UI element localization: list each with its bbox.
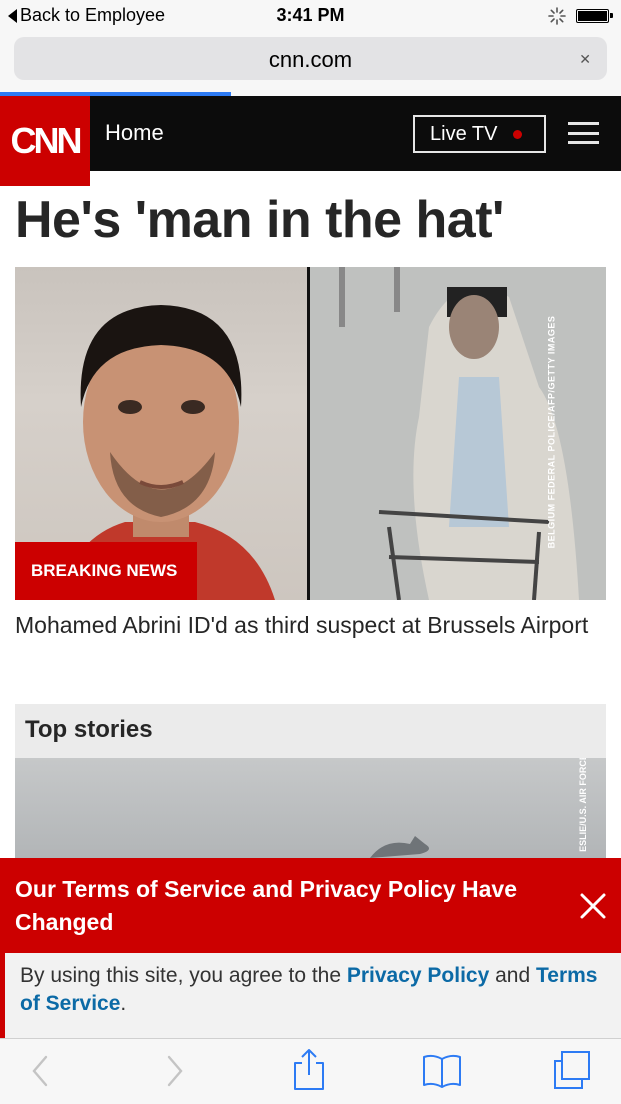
airport-cctv-photo: BELGIUM FEDERAL POLICE/AFP/GETTY IMAGES: [309, 267, 606, 600]
notice-suffix: .: [120, 992, 127, 1015]
cnn-logo[interactable]: CNN: [0, 96, 90, 186]
hero-image[interactable]: BELGIUM FEDERAL POLICE/AFP/GETTY IMAGES …: [15, 267, 606, 600]
photo-credit: BELGIUM FEDERAL POLICE/AFP/GETTY IMAGES: [546, 315, 557, 549]
terms-banner-title: Our Terms of Service and Privacy Policy …: [15, 876, 517, 935]
photo-divider: [307, 267, 309, 600]
site-header: CNN Home Live TV: [0, 96, 621, 186]
top-stories-header: Top stories: [15, 704, 606, 758]
address-bar[interactable]: cnn.com ✕: [14, 37, 607, 80]
article-caption[interactable]: Mohamed Abrini ID'd as third suspect at …: [15, 610, 606, 641]
top-stories-title: Top stories: [25, 716, 153, 743]
battery-icon: [576, 9, 613, 23]
live-dot-icon: [513, 129, 523, 139]
tabs-icon[interactable]: [552, 1049, 592, 1091]
bookmarks-icon[interactable]: [421, 1053, 463, 1089]
live-tv-label: Live TV: [430, 122, 498, 145]
top-story-photo-credit: ESLIE/U.S. AIR FORCE: [578, 758, 589, 852]
forward-chevron-icon[interactable]: [165, 1051, 187, 1091]
menu-icon[interactable]: [568, 122, 599, 144]
url-text: cnn.com: [268, 47, 353, 72]
stop-loading-icon[interactable]: ✕: [579, 51, 591, 68]
top-story-image[interactable]: ESLIE/U.S. AIR FORCE: [15, 758, 606, 858]
status-time: 3:41 PM: [276, 5, 345, 25]
notice-prefix: By using this site, you agree to the: [20, 964, 347, 987]
terms-notice: By using this site, you agree to the Pri…: [0, 953, 621, 1038]
live-tv-button[interactable]: Live TV: [413, 115, 546, 153]
article-headline[interactable]: He's 'man in the hat': [15, 190, 504, 250]
status-bar: Back to Employee 3:41 PM: [0, 0, 621, 32]
close-icon[interactable]: [579, 892, 607, 920]
nav-home-link[interactable]: Home: [105, 120, 164, 146]
terms-notice-text: By using this site, you agree to the Pri…: [20, 962, 610, 1018]
terms-banner: Our Terms of Service and Privacy Policy …: [0, 858, 621, 953]
notice-and: and: [489, 964, 537, 987]
browser-toolbar: [0, 1038, 621, 1104]
privacy-policy-link[interactable]: Privacy Policy: [347, 964, 489, 987]
share-icon[interactable]: [292, 1047, 326, 1091]
activity-spinner-icon: [548, 7, 566, 25]
address-bar-area: cnn.com ✕: [0, 32, 621, 96]
breaking-news-badge: BREAKING NEWS: [15, 542, 197, 600]
cnn-logo-text: CNN: [10, 120, 83, 161]
back-chevron-icon[interactable]: [28, 1051, 50, 1091]
